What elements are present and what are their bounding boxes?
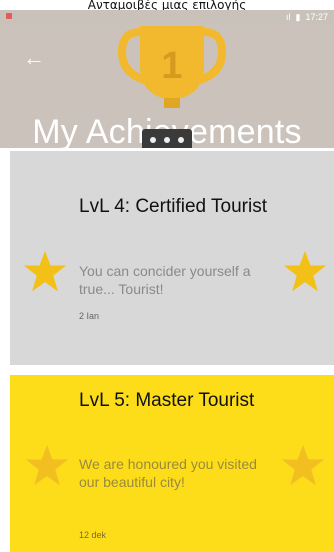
trophy-number: 1 — [161, 45, 182, 87]
achievements-header: ← 1 My Achievements — [0, 24, 334, 148]
notification-icon — [6, 13, 12, 19]
achievement-title: LvL 4: Certified Tourist — [79, 196, 267, 217]
back-arrow-icon[interactable]: ← — [20, 44, 48, 72]
achievement-description: You can concider yourself a true... Tour… — [79, 263, 251, 297]
achievement-title: LvL 5: Master Tourist — [79, 390, 255, 411]
achievement-date: 2 Ian — [79, 311, 100, 321]
status-bar: ıl ▮ 17:27 — [0, 10, 334, 24]
battery-icon: ▮ — [295, 11, 301, 22]
achievement-card[interactable]: LvL 4: Certified Tourist You can concide… — [10, 151, 334, 365]
signal-icon: ıl — [286, 12, 291, 22]
caption-text: Ανταμοιβές μιας επιλογής — [0, 0, 334, 10]
trophy-icon: 1 — [117, 26, 227, 108]
achievement-card[interactable]: LvL 5: Master Tourist We are honoured yo… — [10, 375, 334, 552]
chat-bubble-icon — [142, 129, 192, 148]
status-time: 17:27 — [305, 12, 328, 22]
star-icon — [283, 250, 327, 292]
achievement-date: 12 dek — [79, 530, 107, 540]
star-icon — [281, 444, 325, 486]
achievement-description: We are honoured you visited our beautifu… — [79, 456, 257, 490]
star-icon — [25, 444, 69, 486]
star-icon — [23, 250, 67, 292]
